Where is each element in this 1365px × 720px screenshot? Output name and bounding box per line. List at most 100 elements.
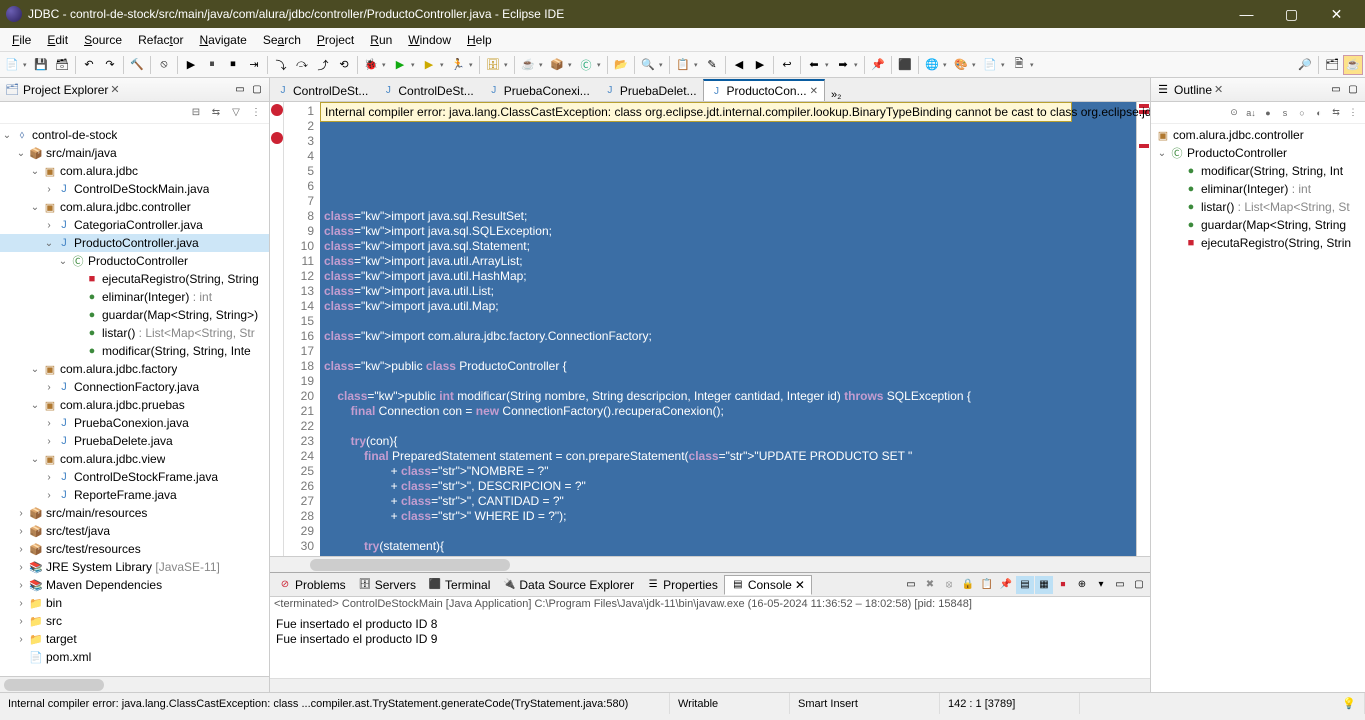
new-java-project-icon[interactable]: ☕ [518, 55, 538, 75]
tab-console[interactable]: ▤Console✕ [724, 575, 812, 595]
back-icon[interactable]: ⬅ [804, 55, 824, 75]
new-xml-icon[interactable]: 🗎 [1009, 55, 1029, 75]
open-task-icon[interactable]: 📋 [673, 55, 693, 75]
minimize-button[interactable]: — [1224, 0, 1269, 28]
save-all-button[interactable]: 🗃 [52, 55, 72, 75]
menu-navigate[interactable]: Navigate [191, 30, 254, 50]
view-menu-icon[interactable]: ⋮ [1345, 105, 1361, 121]
menu-source[interactable]: Source [76, 30, 130, 50]
step-over-icon[interactable]: ⤼ [292, 55, 312, 75]
outline-tree[interactable]: ▣com.alura.jdbc.controller ⌄ⒸProductoCon… [1151, 124, 1365, 692]
menu-project[interactable]: Project [309, 30, 362, 50]
pe-horizontal-scrollbar[interactable] [0, 676, 269, 692]
menu-edit[interactable]: Edit [39, 30, 76, 50]
filter-icon[interactable]: ▽ [227, 104, 245, 122]
remove-all-icon[interactable]: ⦻ [940, 576, 958, 594]
remove-launch-icon[interactable]: ✖ [921, 576, 939, 594]
editor-tab-active[interactable]: JProductoCon...✕ [703, 79, 825, 101]
display-selected-icon[interactable]: ▤ [1016, 576, 1034, 594]
pin-editor-icon[interactable]: 📌 [868, 55, 888, 75]
console-output[interactable]: Fue insertado el producto ID 8Fue insert… [270, 615, 1150, 678]
link-editor-icon[interactable]: ⇆ [207, 104, 225, 122]
save-button[interactable]: 💾 [31, 55, 51, 75]
editor-tab[interactable]: JPruebaConexi... [480, 79, 597, 101]
maximize-view-icon[interactable]: ▢ [249, 82, 265, 98]
code-editor[interactable]: 1234567891011121314151617181920212223242… [270, 102, 1150, 556]
open-perspective-icon[interactable]: 🗂 [1322, 55, 1342, 75]
debug-button[interactable]: 🐞 [361, 55, 381, 75]
run-last-button[interactable]: 🏃 [448, 55, 468, 75]
close-view-icon[interactable]: ✕ [1214, 83, 1223, 96]
resume-icon[interactable]: ▶ [181, 55, 201, 75]
undo-button[interactable]: ↶ [79, 55, 99, 75]
tab-terminal[interactable]: ⬛Terminal [422, 576, 496, 594]
sort-icon[interactable]: a↓ [1243, 105, 1259, 121]
close-window-button[interactable]: ✕ [1314, 0, 1359, 28]
maximize-button[interactable]: ▢ [1269, 0, 1314, 28]
maximize-panel-icon[interactable]: ▢ [1130, 576, 1148, 594]
coverage-button[interactable]: ▶ [419, 55, 439, 75]
hide-local-icon[interactable]: ◐ [1311, 105, 1327, 121]
new-package-icon[interactable]: 📦 [547, 55, 567, 75]
menu-refactor[interactable]: Refactor [130, 30, 191, 50]
pin-console-icon[interactable]: 📌 [997, 576, 1015, 594]
terminate-console-icon[interactable]: ⏹ [1054, 576, 1072, 594]
menu-run[interactable]: Run [362, 30, 400, 50]
editor-tab[interactable]: JPruebaDelet... [596, 79, 704, 101]
hide-fields-icon[interactable]: ● [1260, 105, 1276, 121]
search-icon[interactable]: 🔍 [638, 55, 658, 75]
editor-tab[interactable]: JControlDeSt... [269, 79, 375, 101]
project-tree[interactable]: ⌄⬨control-de-stock ⌄📦src/main/java ⌄▣com… [0, 124, 269, 676]
new-server-icon[interactable]: 🗄 [483, 55, 503, 75]
tab-properties[interactable]: ☰Properties [640, 576, 724, 594]
annotation-prev-icon[interactable]: ◀ [729, 55, 749, 75]
terminate-icon[interactable]: ⏹ [223, 55, 243, 75]
error-marker-icon[interactable] [271, 132, 283, 144]
error-overview-marker[interactable] [1139, 144, 1149, 148]
error-marker-icon[interactable] [271, 104, 283, 116]
link-editor-icon[interactable]: ⇆ [1328, 105, 1344, 121]
close-tab-icon[interactable]: ✕ [795, 578, 805, 592]
collapse-all-icon[interactable]: ⊟ [187, 104, 205, 122]
console-menu-icon[interactable]: ▾ [1092, 576, 1110, 594]
scroll-lock-icon[interactable]: 🔒 [959, 576, 977, 594]
disconnect-icon[interactable]: ⇥ [244, 55, 264, 75]
run-button[interactable]: ▶ [390, 55, 410, 75]
step-into-icon[interactable]: ⤵ [271, 55, 291, 75]
forward-icon[interactable]: ➡ [833, 55, 853, 75]
open-type-icon[interactable]: 📂 [611, 55, 631, 75]
redo-button[interactable]: ↷ [100, 55, 120, 75]
open-console-icon[interactable]: ▦ [1035, 576, 1053, 594]
build-button[interactable]: 🔨 [127, 55, 147, 75]
show-on-output-icon[interactable]: 📋 [978, 576, 996, 594]
menu-file[interactable]: File [4, 30, 39, 50]
hide-static-icon[interactable]: s [1277, 105, 1293, 121]
step-return-icon[interactable]: ⤴ [313, 55, 333, 75]
suspend-icon[interactable]: ⏸ [202, 55, 222, 75]
code-area[interactable]: Internal compiler error: java.lang.Class… [320, 102, 1136, 556]
toggle-mark-icon[interactable]: ✎ [702, 55, 722, 75]
tab-problems[interactable]: ⊘Problems [272, 576, 352, 594]
new-class-icon[interactable]: Ⓒ [576, 55, 596, 75]
skip-breakpoints-icon[interactable]: ⦸ [154, 55, 174, 75]
editor-horizontal-scrollbar[interactable] [270, 556, 1150, 572]
console-horizontal-scrollbar[interactable] [270, 678, 1150, 692]
menu-help[interactable]: Help [459, 30, 500, 50]
minimize-panel-icon[interactable]: ▭ [1111, 576, 1129, 594]
new-console-icon[interactable]: ⊕ [1073, 576, 1091, 594]
focus-icon[interactable]: ⊙ [1226, 105, 1242, 121]
hide-nonpublic-icon[interactable]: ○ [1294, 105, 1310, 121]
menu-search[interactable]: Search [255, 30, 309, 50]
annotation-next-icon[interactable]: ▶ [750, 55, 770, 75]
view-menu-icon[interactable]: ⋮ [247, 104, 265, 122]
java-perspective-icon[interactable]: ☕ [1343, 55, 1363, 75]
tab-dse[interactable]: 🔌Data Source Explorer [496, 576, 640, 594]
menu-window[interactable]: Window [400, 30, 459, 50]
overview-ruler[interactable] [1136, 102, 1150, 556]
minimize-view-icon[interactable]: ▭ [232, 82, 248, 98]
new-web-icon[interactable]: 🌐 [922, 55, 942, 75]
close-view-icon[interactable]: ✕ [110, 83, 119, 96]
new-css-icon[interactable]: 🎨 [951, 55, 971, 75]
terminal-button[interactable]: ⬛ [895, 55, 915, 75]
new-button[interactable]: 📄 [2, 55, 22, 75]
